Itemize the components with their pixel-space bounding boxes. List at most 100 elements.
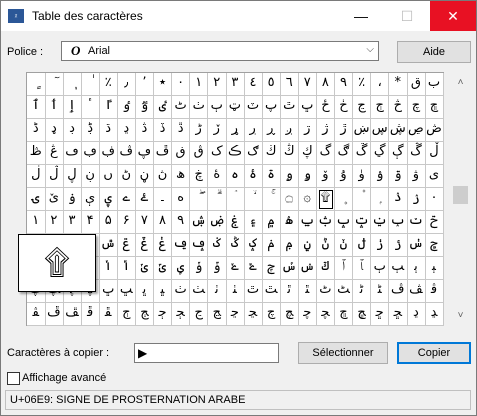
character-cell[interactable]: ݮ bbox=[425, 234, 444, 257]
character-cell[interactable]: ہ bbox=[226, 165, 245, 188]
character-cell[interactable]: ڕ bbox=[262, 119, 281, 142]
character-cell[interactable]: ﭝ bbox=[153, 280, 173, 303]
character-cell[interactable]: ݵ bbox=[135, 257, 155, 280]
character-cell[interactable]: ﭫ bbox=[407, 280, 426, 303]
character-cell[interactable]: ، bbox=[370, 73, 390, 96]
character-cell[interactable]: ڗ bbox=[298, 119, 318, 142]
character-cell[interactable]: ݔ bbox=[370, 211, 390, 234]
character-cell[interactable]: ﭪ bbox=[389, 280, 408, 303]
character-cell[interactable]: ٭ bbox=[153, 73, 173, 96]
character-cell[interactable]: ۏ bbox=[63, 188, 82, 211]
character-cell[interactable]: ۱ bbox=[27, 211, 46, 234]
character-cell[interactable]: ﭱ bbox=[99, 303, 118, 326]
character-cell[interactable]: ښ bbox=[352, 119, 372, 142]
character-cell[interactable]: ێ bbox=[45, 188, 64, 211]
character-cell[interactable]: ڸ bbox=[63, 165, 82, 188]
character-cell[interactable]: ﭧ bbox=[334, 280, 354, 303]
character-cell[interactable]: ﭚ bbox=[99, 280, 118, 303]
character-cell[interactable]: ٨ bbox=[316, 73, 336, 96]
character-cell[interactable]: ڧ bbox=[171, 142, 191, 165]
character-cell[interactable]: ﭾ bbox=[334, 303, 354, 326]
close-button[interactable]: ✕ bbox=[430, 1, 476, 31]
character-cell[interactable]: ﭸ bbox=[226, 303, 245, 326]
character-cell[interactable]: ڼ bbox=[135, 165, 155, 188]
character-cell[interactable]: ٠ bbox=[171, 73, 191, 96]
character-cell[interactable]: ڒ bbox=[208, 119, 227, 142]
character-cell[interactable]: ق bbox=[407, 73, 426, 96]
character-cell[interactable]: ۋ bbox=[407, 165, 426, 188]
character-cell[interactable]: ﭒ bbox=[370, 257, 390, 280]
character-cell[interactable]: ۃ bbox=[262, 165, 281, 188]
character-cell[interactable]: ړ bbox=[226, 119, 245, 142]
minimize-button[interactable]: — bbox=[338, 1, 384, 31]
character-cell[interactable]: * bbox=[389, 73, 408, 96]
character-cell[interactable]: ۓ bbox=[135, 188, 155, 211]
character-cell[interactable]: ﭕ bbox=[425, 257, 444, 280]
character-cell[interactable]: ݢ bbox=[208, 234, 227, 257]
character-cell[interactable]: ڴ bbox=[407, 142, 426, 165]
character-cell[interactable]: ۩ bbox=[316, 188, 336, 211]
character-cell[interactable]: ݸ bbox=[189, 257, 209, 280]
character-cell[interactable]: ە bbox=[171, 188, 191, 211]
character-cell[interactable]: ݩ bbox=[334, 234, 354, 257]
character-cell[interactable]: ڻ bbox=[117, 165, 137, 188]
character-cell[interactable]: ڙ bbox=[334, 119, 354, 142]
character-cell[interactable]: ݤ bbox=[244, 234, 263, 257]
character-cell[interactable]: ڐ bbox=[171, 119, 191, 142]
character-cell[interactable]: ھ bbox=[171, 165, 191, 188]
character-cell[interactable]: ڹ bbox=[81, 165, 100, 188]
character-cell[interactable]: ݐ bbox=[298, 211, 318, 234]
characters-to-copy-field[interactable]: ▶ bbox=[134, 343, 279, 363]
character-cell[interactable]: ۴ bbox=[81, 211, 100, 234]
character-cell[interactable]: ݿ bbox=[316, 257, 336, 280]
character-cell[interactable]: ۺ bbox=[189, 211, 209, 234]
character-cell[interactable]: ݹ bbox=[208, 257, 227, 280]
character-cell[interactable]: ١ bbox=[189, 73, 209, 96]
character-cell[interactable]: ﭺ bbox=[262, 303, 281, 326]
character-cell[interactable]: چ bbox=[407, 96, 426, 119]
character-cell[interactable]: ݒ bbox=[334, 211, 354, 234]
character-cell[interactable]: ݧ bbox=[298, 234, 318, 257]
character-cell[interactable]: ٴ bbox=[81, 96, 100, 119]
character-cell[interactable]: ۪ bbox=[334, 188, 354, 211]
character-cell[interactable]: ﮁ bbox=[389, 303, 408, 326]
character-cell[interactable]: ۅ bbox=[298, 165, 318, 188]
character-cell[interactable]: ݡ bbox=[189, 234, 209, 257]
character-cell[interactable]: ۰ bbox=[425, 188, 444, 211]
character-cell[interactable]: ۿ bbox=[280, 211, 299, 234]
character-cell[interactable]: ۮ bbox=[389, 188, 408, 211]
character-cell[interactable]: ݴ bbox=[117, 257, 137, 280]
character-cell[interactable]: ﭶ bbox=[189, 303, 209, 326]
character-cell[interactable]: ﭽ bbox=[316, 303, 336, 326]
character-cell[interactable]: ﭢ bbox=[244, 280, 263, 303]
character-cell[interactable]: ٪ bbox=[99, 73, 118, 96]
character-cell[interactable]: ۍ bbox=[27, 188, 46, 211]
character-cell[interactable]: ﭵ bbox=[171, 303, 191, 326]
character-cell[interactable]: ڠ bbox=[45, 142, 64, 165]
character-cell[interactable]: ۊ bbox=[389, 165, 408, 188]
character-cell[interactable]: ۑ bbox=[99, 188, 118, 211]
character-cell[interactable]: ۄ bbox=[280, 165, 299, 188]
character-cell[interactable]: ﭳ bbox=[135, 303, 155, 326]
grid-scrollbar[interactable]: ˄ ˅ bbox=[452, 72, 469, 326]
character-cell[interactable]: ݕ bbox=[389, 211, 408, 234]
character-cell[interactable]: ݽ bbox=[280, 257, 299, 280]
character-cell[interactable]: ۗ bbox=[208, 188, 227, 211]
character-cell[interactable]: ݜ bbox=[99, 234, 118, 257]
character-cell[interactable]: ݠ bbox=[171, 234, 191, 257]
character-cell[interactable]: ٻ bbox=[208, 96, 227, 119]
character-cell[interactable]: ﭥ bbox=[298, 280, 318, 303]
character-cell[interactable]: ٿ bbox=[280, 96, 299, 119]
character-cell[interactable]: ݾ bbox=[298, 257, 318, 280]
character-cell[interactable]: ݫ bbox=[370, 234, 390, 257]
character-cell[interactable]: ۽ bbox=[244, 211, 263, 234]
character-cell[interactable]: ݗ bbox=[425, 211, 444, 234]
character-cell[interactable]: ﭲ bbox=[117, 303, 137, 326]
character-cell[interactable]: ݺ bbox=[226, 257, 245, 280]
character-cell[interactable]: ﭑ bbox=[352, 257, 372, 280]
character-cell[interactable]: ﭓ bbox=[389, 257, 408, 280]
character-cell[interactable]: ۶ bbox=[117, 211, 137, 234]
character-cell[interactable]: ﭹ bbox=[244, 303, 263, 326]
character-cell[interactable]: ٱ bbox=[27, 96, 46, 119]
character-cell[interactable]: ډ bbox=[45, 119, 64, 142]
